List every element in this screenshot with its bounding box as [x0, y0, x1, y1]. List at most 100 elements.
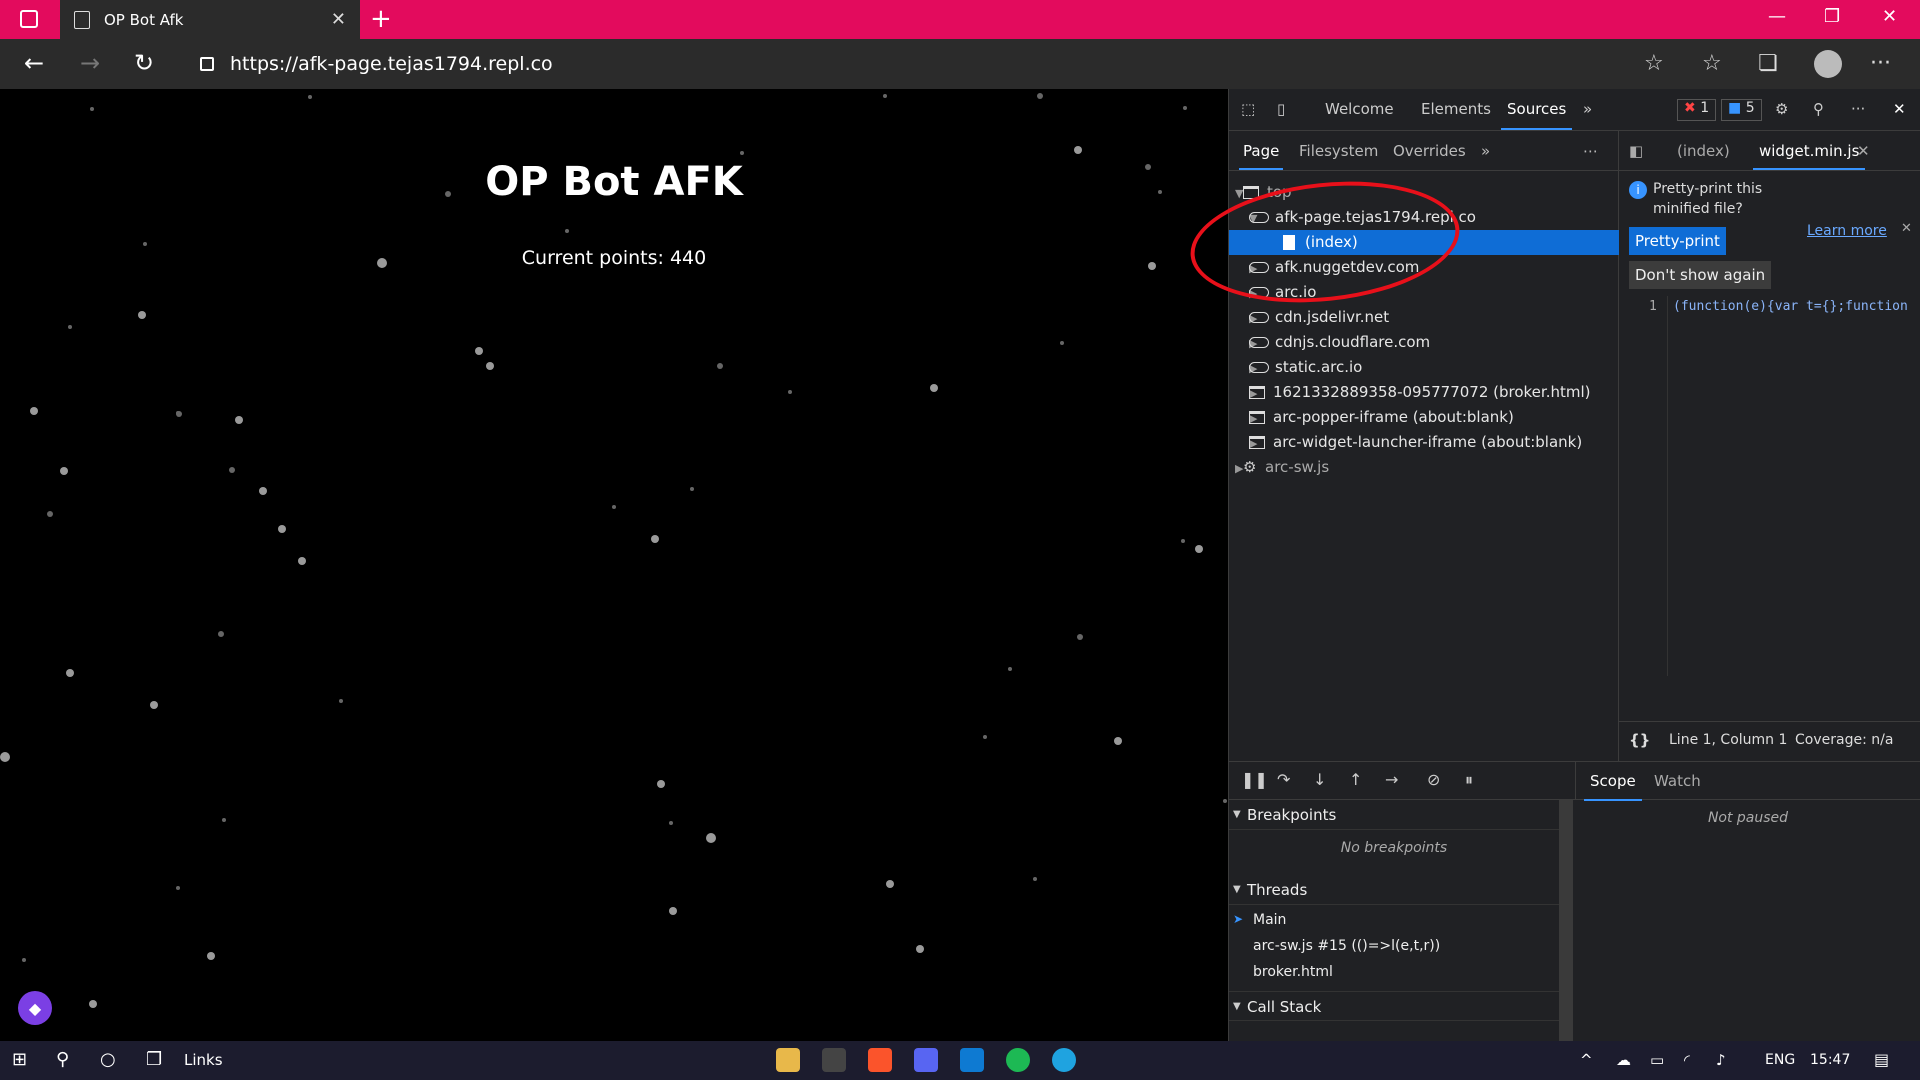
cloud-sync-icon[interactable]: ☁	[1616, 1051, 1631, 1069]
refresh-icon[interactable]: ↻	[134, 49, 154, 77]
debugger-scrollbar[interactable]	[1559, 800, 1573, 1042]
profile-avatar[interactable]	[1814, 50, 1842, 78]
app-icon[interactable]	[822, 1048, 846, 1072]
star	[657, 780, 665, 788]
error-badge[interactable]: ✖ 1	[1677, 99, 1717, 121]
tab-watch[interactable]: Watch	[1654, 772, 1701, 790]
task-view-icon[interactable]: ❐	[146, 1049, 162, 1070]
back-icon[interactable]: ←	[24, 49, 44, 77]
navigator-menu-icon[interactable]: ⋯	[1583, 142, 1598, 160]
restore-icon[interactable]: ❐	[1824, 6, 1840, 27]
tree-item-service-worker[interactable]: ▶⚙ arc-sw.js	[1229, 455, 1619, 480]
pretty-print-icon[interactable]: {}	[1629, 731, 1650, 749]
close-window-icon[interactable]: ✕	[1882, 6, 1897, 27]
new-tab-button[interactable]: +	[370, 4, 392, 34]
step-icon[interactable]: →	[1385, 770, 1398, 789]
tree-item-domain[interactable]: ▶ static.arc.io	[1229, 355, 1619, 380]
dont-show-again-button[interactable]: Don't show again	[1629, 261, 1772, 289]
message-badge[interactable]: ■ 5	[1721, 99, 1762, 121]
pause-icon[interactable]: ❚❚	[1241, 770, 1268, 789]
tree-item-frame[interactable]: ▶ arc-widget-launcher-iframe (about:blank…	[1229, 430, 1619, 455]
threads-header[interactable]: Threads	[1229, 875, 1559, 905]
more-menu-icon[interactable]: ···	[1870, 51, 1891, 76]
star	[916, 945, 924, 953]
breakpoints-header[interactable]: Breakpoints	[1229, 800, 1559, 830]
star	[176, 886, 180, 890]
wifi-icon[interactable]: ◜	[1684, 1051, 1690, 1069]
collections-icon[interactable]: ❏	[1758, 51, 1778, 76]
thread-item[interactable]: broker.html	[1253, 964, 1333, 980]
editor-status-bar: {} Line 1, Column 1 Coverage: n/a	[1619, 721, 1920, 761]
tree-item-domain[interactable]: ▶ cdnjs.cloudflare.com	[1229, 330, 1619, 355]
toggle-navigator-icon[interactable]: ◧	[1629, 142, 1643, 160]
vscode-icon[interactable]	[960, 1048, 984, 1072]
windows-start-icon[interactable]: ⊞	[12, 1049, 27, 1070]
call-stack-header[interactable]: Call Stack	[1229, 991, 1559, 1022]
arc-widget-button[interactable]: ◆	[18, 991, 52, 1025]
tab-sources[interactable]: Sources	[1500, 100, 1573, 130]
notifications-icon[interactable]: ▤	[1874, 1050, 1889, 1069]
close-editor-tab-icon[interactable]: ✕	[1857, 142, 1870, 160]
frame-icon	[1249, 436, 1265, 449]
step-into-icon[interactable]: ↓	[1313, 770, 1326, 789]
thread-item[interactable]: arc-sw.js #15 (()=>l(e,t,r))	[1253, 938, 1440, 954]
volume-icon[interactable]: ♪	[1716, 1051, 1726, 1069]
step-out-icon[interactable]: ↑	[1349, 770, 1362, 789]
tab-filesystem[interactable]: Filesystem	[1299, 142, 1378, 160]
more-tabs-icon[interactable]: »	[1583, 100, 1592, 118]
favorites-icon[interactable]: ☆	[1702, 51, 1722, 76]
file-explorer-icon[interactable]	[776, 1048, 800, 1072]
tab-widget-min-js[interactable]: widget.min.js	[1752, 142, 1866, 170]
cortana-icon[interactable]: ○	[100, 1049, 116, 1070]
tab-elements[interactable]: Elements	[1421, 100, 1491, 118]
learn-more-link[interactable]: Learn more	[1807, 223, 1887, 239]
tab-overrides[interactable]: Overrides	[1393, 142, 1466, 160]
not-paused-text: Not paused	[1707, 810, 1789, 826]
workspace-icon[interactable]	[20, 10, 38, 28]
tree-item-frame[interactable]: ▶ 1621332889358-095777072 (broker.html)	[1229, 380, 1619, 405]
search-icon[interactable]: ⚲	[56, 1049, 69, 1070]
code-view[interactable]: 1 (function(e){var t={};function	[1619, 296, 1920, 676]
star	[143, 242, 147, 246]
pretty-print-button[interactable]: Pretty-print	[1629, 227, 1726, 255]
forward-icon[interactable]: →	[80, 49, 100, 77]
device-toolbar-icon[interactable]: ▯	[1277, 100, 1285, 118]
add-favorite-icon[interactable]: ☆	[1644, 51, 1664, 76]
debugger-toolbar: ❚❚ ↷ ↓ ↑ → ⊘ ⏸	[1229, 762, 1575, 800]
tree-item-domain[interactable]: ▶ cdn.jsdelivr.net	[1229, 305, 1619, 330]
step-over-icon[interactable]: ↷	[1277, 770, 1290, 789]
tab-welcome[interactable]: Welcome	[1325, 100, 1394, 118]
clock[interactable]: 15:47	[1810, 1052, 1850, 1068]
star	[60, 467, 68, 475]
settings-gear-icon[interactable]: ⚙	[1775, 100, 1788, 118]
cloud-icon	[1249, 312, 1269, 323]
devtools-menu-icon[interactable]: ···	[1851, 100, 1865, 118]
feedback-icon[interactable]: ⚲	[1813, 100, 1824, 118]
tab-page[interactable]: Page	[1238, 142, 1284, 170]
browser-tab[interactable]: OP Bot Afk ✕	[60, 0, 360, 39]
star	[298, 557, 306, 565]
language-indicator[interactable]: ENG	[1765, 1052, 1795, 1068]
windows-taskbar: ⊞ ⚲ ○ ❐ Links ^ ☁ ▭ ◜ ♪ ENG 15:47 ▤	[0, 1041, 1920, 1080]
links-toolbar[interactable]: Links	[184, 1051, 223, 1069]
thread-item[interactable]: Main	[1253, 912, 1286, 928]
more-navigator-icon[interactable]: »	[1481, 142, 1490, 160]
battery-icon[interactable]: ▭	[1650, 1051, 1664, 1069]
close-devtools-icon[interactable]: ✕	[1893, 100, 1906, 118]
edge-icon[interactable]	[1052, 1048, 1076, 1072]
spotify-icon[interactable]	[1006, 1048, 1030, 1072]
pause-on-exceptions-icon[interactable]: ⏸	[1465, 770, 1473, 790]
close-tab-icon[interactable]: ✕	[331, 9, 346, 30]
brave-icon[interactable]	[868, 1048, 892, 1072]
address-bar[interactable]: https://afk-page.tejas1794.repl.co	[180, 46, 1680, 82]
minimize-icon[interactable]: —	[1768, 6, 1786, 27]
tab-index[interactable]: (index)	[1677, 142, 1730, 160]
show-hidden-icons[interactable]: ^	[1580, 1051, 1593, 1069]
discord-icon[interactable]	[914, 1048, 938, 1072]
tab-scope[interactable]: Scope	[1584, 772, 1642, 801]
dismiss-infobar-icon[interactable]: ✕	[1901, 221, 1912, 236]
deactivate-breakpoints-icon[interactable]: ⊘	[1427, 770, 1440, 789]
tree-item-frame[interactable]: ▶ arc-popper-iframe (about:blank)	[1229, 405, 1619, 430]
inspect-icon[interactable]: ⬚	[1241, 100, 1255, 118]
star	[150, 701, 158, 709]
